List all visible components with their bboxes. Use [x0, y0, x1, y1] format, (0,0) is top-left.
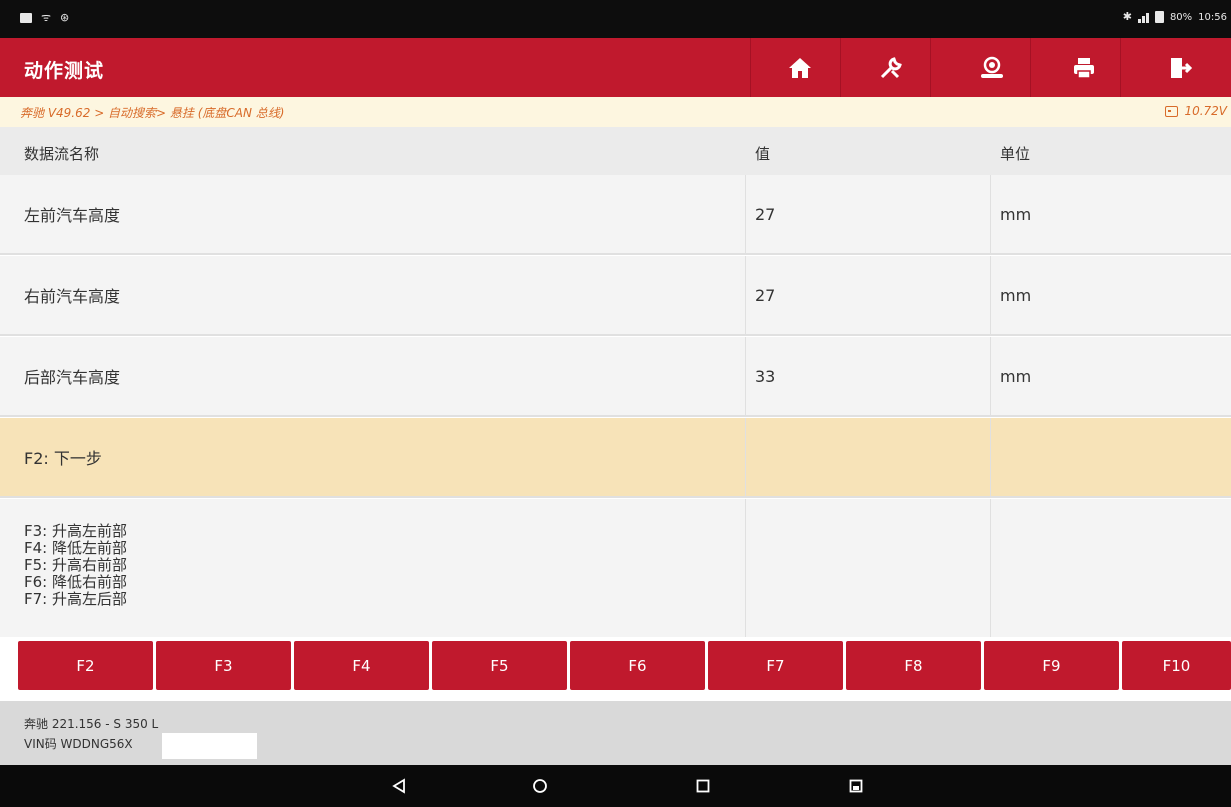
row-name: 右前汽车高度	[24, 287, 121, 306]
next-step-label: F2: 下一步	[24, 449, 102, 468]
recents-icon	[696, 779, 710, 793]
exit-icon	[1171, 57, 1192, 78]
home-circle-icon	[533, 779, 547, 793]
breadcrumb-path: 奔驰 V49.62 > 自动搜索> 悬挂 (底盘CAN 总线)	[20, 106, 285, 120]
diagnostic-button[interactable]	[857, 38, 925, 97]
back-icon	[392, 778, 405, 794]
wifi-icon: ᯤ	[41, 11, 52, 24]
home-icon	[789, 57, 811, 78]
column-divider	[745, 499, 746, 637]
f8-button[interactable]: F8	[846, 641, 981, 690]
f5-button[interactable]: F5	[432, 641, 567, 690]
row-value: 27	[755, 204, 776, 224]
instruction-line: F3: 升高左前部	[24, 522, 127, 540]
row-value: 33	[755, 366, 776, 386]
column-divider	[990, 418, 991, 496]
row-unit: mm	[1000, 285, 1032, 305]
f2-button[interactable]: F2	[18, 641, 153, 690]
instruction-line: F7: 升高左后部	[24, 590, 127, 608]
toolbar-divider	[1030, 38, 1031, 97]
column-divider	[990, 499, 991, 637]
instruction-list: F3: 升高左前部 F4: 降低左前部 F5: 升高右前部 F6: 降低右前部 …	[24, 523, 127, 608]
voltage-value: 10.72V	[1184, 104, 1227, 118]
column-divider	[990, 337, 991, 415]
diagnostic-icon	[880, 56, 902, 78]
toolbar-divider	[1120, 38, 1121, 97]
toolbar-divider	[750, 38, 751, 97]
vehicle-model: 奔驰 221.156 - S 350 L	[24, 717, 159, 731]
signal-icon	[1137, 12, 1149, 23]
table-row-selected[interactable]: F2: 下一步	[0, 418, 1231, 498]
row-name: 左前汽车高度	[24, 206, 121, 225]
column-divider	[745, 256, 746, 334]
page-title: 动作测试	[24, 60, 105, 82]
f3-button[interactable]: F3	[156, 641, 291, 690]
settings-icon: ⊛	[60, 11, 70, 24]
instruction-line: F6: 降低右前部	[24, 573, 127, 591]
row-unit: mm	[1000, 366, 1032, 386]
print-button[interactable]	[1050, 38, 1118, 97]
battery-icon	[1154, 11, 1164, 23]
vin-number: VIN码 WDDNG56X	[24, 737, 133, 751]
column-header-name: 数据流名称	[24, 145, 100, 163]
print-icon	[1074, 57, 1094, 79]
function-key-bar: F2 F3 F4 F5 F6 F7 F8 F9 F10	[18, 641, 1231, 690]
title-bar: 动作测试	[0, 38, 1231, 97]
column-divider	[745, 418, 746, 496]
screenshot-button[interactable]	[841, 775, 871, 797]
user-icon	[981, 56, 1003, 78]
column-divider	[990, 175, 991, 253]
screenshot-icon	[849, 779, 863, 793]
f10-button[interactable]: F10	[1122, 641, 1231, 690]
breadcrumb: 奔驰 V49.62 > 自动搜索> 悬挂 (底盘CAN 总线) 10.72V	[0, 97, 1231, 127]
instruction-line: F4: 降低左前部	[24, 539, 127, 557]
home-nav-button[interactable]	[525, 775, 555, 797]
exit-button[interactable]	[1146, 38, 1214, 97]
toolbar-divider	[930, 38, 931, 97]
voltage-indicator: 10.72V	[1165, 104, 1227, 118]
f4-button[interactable]: F4	[294, 641, 429, 690]
column-header-unit: 单位	[1000, 145, 1031, 163]
clock: 10:56	[1198, 11, 1227, 23]
f9-button[interactable]: F9	[984, 641, 1119, 690]
status-icons-right: ✱ 80% 10:56	[1123, 11, 1227, 23]
row-name: 后部汽车高度	[24, 368, 121, 387]
table-row[interactable]: 左前汽车高度 27 mm	[0, 175, 1231, 255]
table-row[interactable]: 右前汽车高度 27 mm	[0, 256, 1231, 336]
recents-button[interactable]	[688, 775, 718, 797]
vin-redaction	[162, 733, 257, 759]
f7-button[interactable]: F7	[708, 641, 843, 690]
user-button[interactable]	[958, 38, 1026, 97]
instruction-line: F5: 升高右前部	[24, 556, 127, 574]
toolbar-divider	[840, 38, 841, 97]
table-header: 数据流名称 值 单位	[0, 127, 1231, 175]
instruction-row[interactable]: F3: 升高左前部 F4: 降低左前部 F5: 升高右前部 F6: 降低右前部 …	[0, 499, 1231, 637]
column-divider	[745, 337, 746, 415]
home-button[interactable]	[766, 38, 834, 97]
row-unit: mm	[1000, 204, 1032, 224]
column-header-value: 值	[755, 145, 771, 163]
status-icons-left: ᯤ ⊛	[20, 12, 69, 24]
f6-button[interactable]: F6	[570, 641, 705, 690]
table-row[interactable]: 后部汽车高度 33 mm	[0, 337, 1231, 417]
battery-level: 80%	[1169, 11, 1193, 23]
status-bar: ᯤ ⊛ ✱ 80% 10:56	[0, 0, 1231, 38]
bluetooth-icon: ✱	[1122, 10, 1132, 23]
column-divider	[745, 175, 746, 253]
navigation-bar	[0, 765, 1231, 807]
back-button[interactable]	[384, 775, 414, 797]
battery-voltage-icon	[1165, 105, 1179, 117]
vehicle-info-footer: 奔驰 221.156 - S 350 L VIN码 WDDNG56X	[0, 701, 1231, 765]
row-value: 27	[755, 285, 776, 305]
column-divider	[990, 256, 991, 334]
notification-icon	[20, 13, 32, 23]
